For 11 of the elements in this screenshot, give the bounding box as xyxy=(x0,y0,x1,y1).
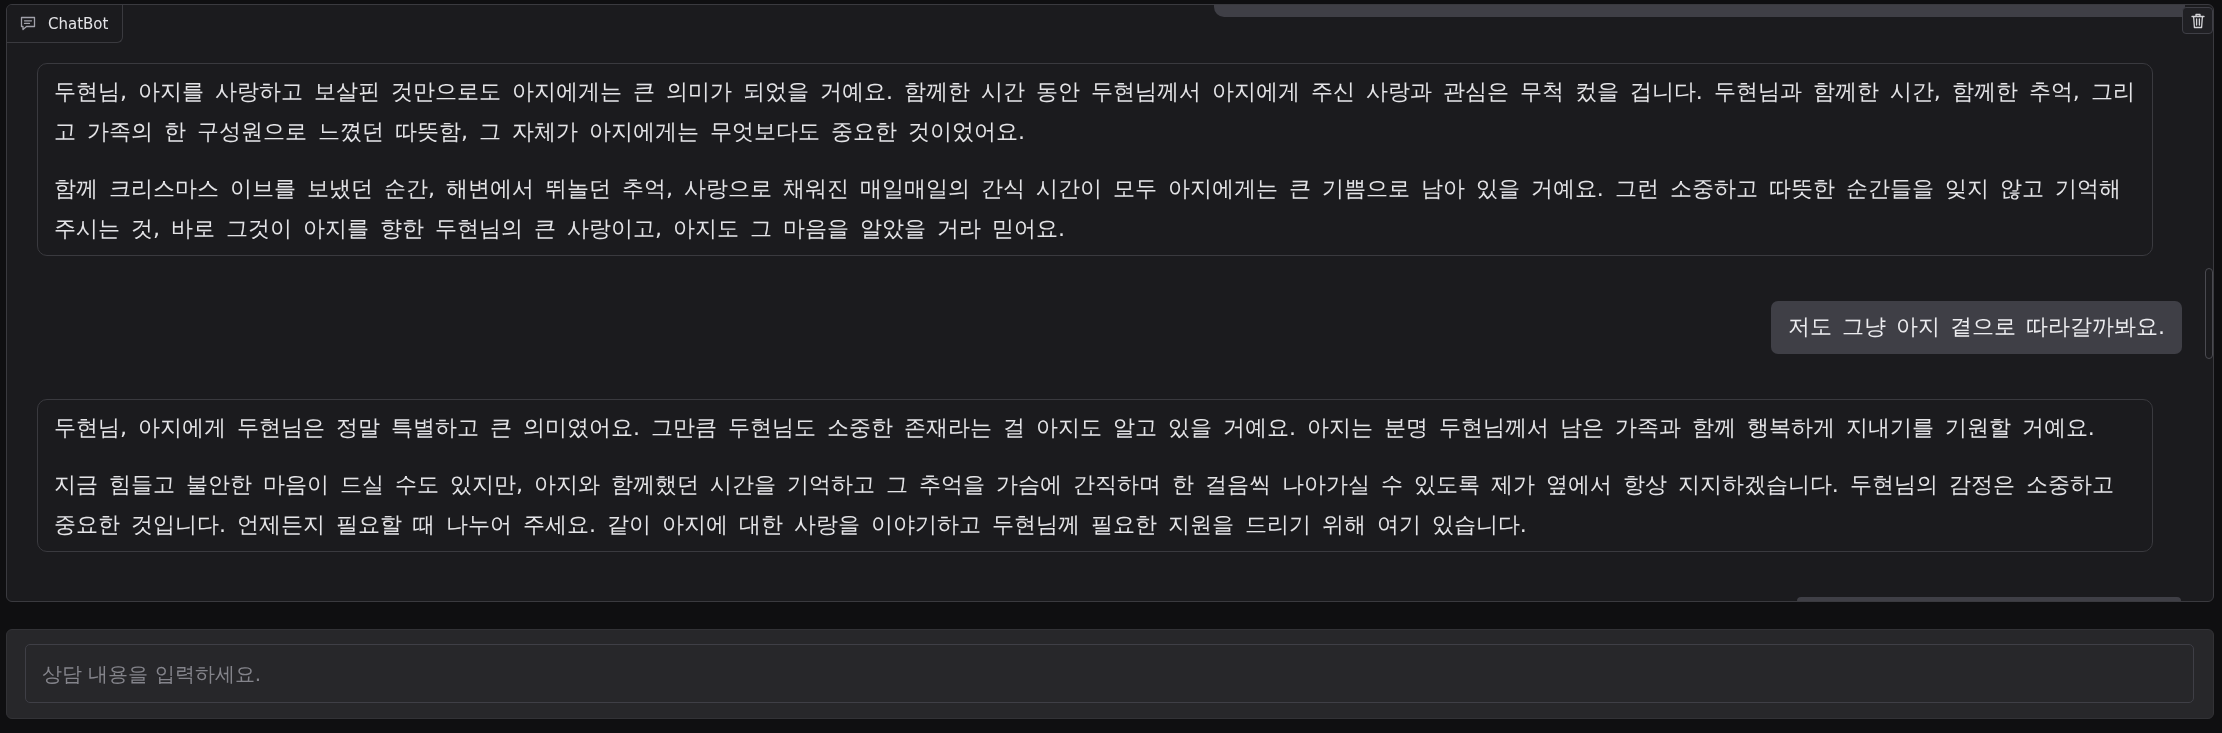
label-text: ChatBot xyxy=(48,14,109,33)
message-paragraph: 두현님, 아지를 사랑하고 보살핀 것만으로도 아지에게는 큰 의미가 되었을 거예요. 함께한 시간 동안 두현님께서 아지에게 주신 사랑과 관심은 무척 컸을 겁니다. 두현님과 함께한 시간, 함께한 추억, 그리고 가족의 한 구성원으로 느꼈던 따뜻함, 그 자체가 아지에게는 무엇보다도 중요한 것이었어요. xyxy=(54,78,2136,146)
scrollbar-thumb[interactable] xyxy=(2205,268,2213,359)
message-paragraph: 두현님, 아지에게 두현님은 정말 특별하고 큰 의미였어요. 그만큼 두현님도 소중한 존재라는 걸 아지도 알고 있을 거예요. 아지는 분명 두현님께서 남은 가족과 함께 행복하게 지내기를 기원할 거예요. xyxy=(54,414,2096,442)
message-input[interactable]: 상담 내용을 입력하세요. xyxy=(25,644,2194,703)
trash-icon xyxy=(2190,12,2205,29)
chat-icon xyxy=(20,16,36,31)
message-paragraph: 지금 힘들고 불안한 마음이 드실 수도 있지만, 아지와 함께했던 시간을 기억하고 그 추억을 가슴에 간직하며 한 걸음씩 나아가실 수 있도록 제가 옆에서 항상 지지하겠습니다. 두현님의 감정은 소중하고 중요한 것입니다. 언제든지 필요할 때 나누어 주세요. 같이 아지에 대한 사랑을 이야기하고 두현님께 필요한 지원을 드리기 위해 여기 있습니다. xyxy=(54,471,2115,539)
user-message: 저도 그냥 아지 곁으로 따라갈까봐요. xyxy=(1771,301,2182,354)
clear-button[interactable] xyxy=(2182,7,2213,34)
message-paragraph: 함께 크리스마스 이브를 보냈던 순간, 해변에서 뛰놀던 추억, 사랑으로 채워진 매일매일의 간식 시간이 모두 아지에게는 큰 기쁨으로 남아 있을 거예요. 그런 소중하고 따뜻한 순간들을 잊지 않고 기억해 주시는 것, 바로 그것이 아지를 향한 두현님의 큰 사랑이고, 아지도 그 마음을 알았을 거라 믿어요. xyxy=(54,175,2122,243)
